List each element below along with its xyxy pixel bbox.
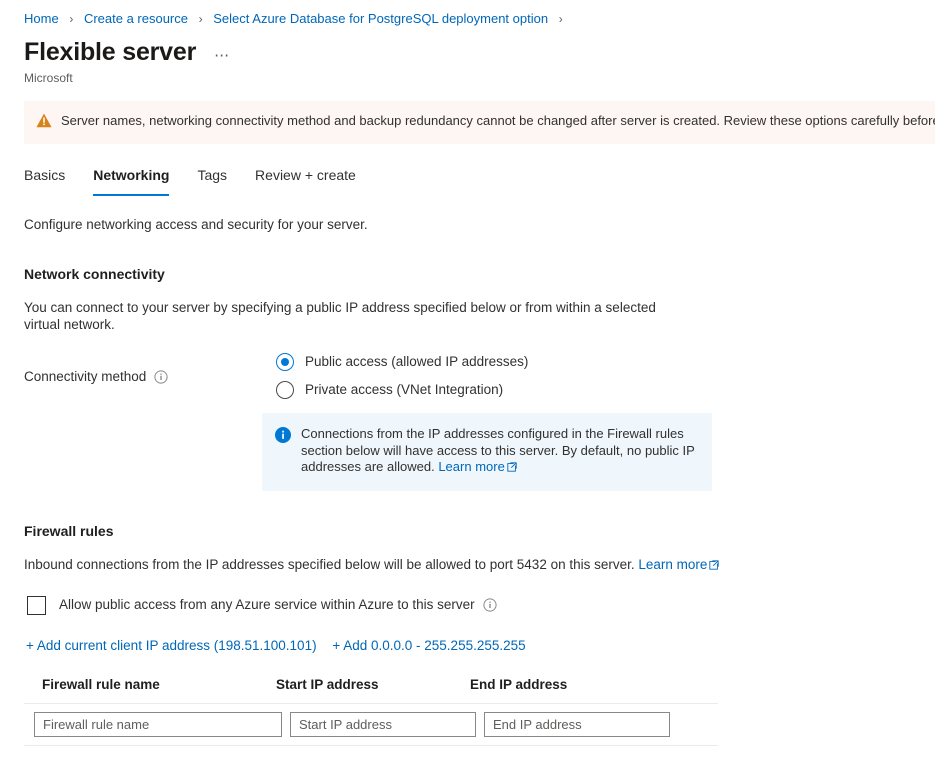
radio-private-access-mark[interactable] [276,381,294,399]
info-circle-icon[interactable] [154,369,168,384]
section-description-firewall-rules: Inbound connections from the IP addresse… [24,556,724,574]
page-title: Flexible server [24,38,197,66]
radio-public-access[interactable]: Public access (allowed IP addresses) [276,353,528,371]
wizard-tabs: Basics Networking Tags Review + create [24,166,947,196]
connectivity-method-label: Connectivity method [24,368,147,384]
info-filled-icon [275,427,291,448]
section-description-network-connectivity: You can connect to your server by specif… [24,300,656,332]
breadcrumb-separator: › [69,12,74,26]
table-row [24,704,718,746]
section-title-firewall-rules: Firewall rules [24,522,114,539]
add-all-ips-link[interactable]: + Add 0.0.0.0 - 255.255.255.255 [332,638,525,653]
firewall-rules-table: Firewall rule name Start IP address End … [24,676,718,746]
firewall-rules-description-text: Inbound connections from the IP addresse… [24,556,635,572]
breadcrumb-item-create-a-resource[interactable]: Create a resource [84,11,188,26]
column-header-start-ip: Start IP address [276,676,379,692]
add-current-client-ip-link[interactable]: + Add current client IP address (198.51.… [26,638,317,653]
more-options-button[interactable]: ⋯ [214,48,231,63]
start-ip-address-input[interactable] [290,711,476,737]
warning-banner-text: Server names, networking connectivity me… [61,113,935,128]
connectivity-method-field: Connectivity method Public access (allow… [24,353,947,399]
breadcrumb-separator: › [558,12,563,26]
radio-public-access-mark[interactable] [276,353,294,371]
column-header-rule-name: Firewall rule name [42,676,160,692]
tab-basics[interactable]: Basics [24,166,65,196]
allow-azure-services-checkbox-row[interactable]: Allow public access from any Azure servi… [27,595,947,615]
firewall-rule-name-input[interactable] [34,711,282,737]
publisher-label: Microsoft [24,71,73,85]
public-access-info-box: Connections from the IP addresses config… [262,413,712,491]
allow-azure-services-label: Allow public access from any Azure servi… [59,597,475,612]
warning-banner: Server names, networking connectivity me… [24,101,935,144]
column-header-end-ip: End IP address [470,676,568,692]
tab-networking[interactable]: Networking [93,166,170,196]
firewall-rules-table-header: Firewall rule name Start IP address End … [24,676,718,704]
breadcrumb: Home › Create a resource › Select Azure … [0,0,947,28]
page-subtitle: Configure networking access and security… [24,217,368,232]
add-ip-links: + Add current client IP address (198.51.… [26,637,947,655]
warning-triangle-icon [36,113,52,133]
allow-azure-services-checkbox[interactable] [27,595,46,615]
info-box-learn-more-link[interactable]: Learn more [438,459,504,474]
tab-tags[interactable]: Tags [197,166,227,196]
firewall-rules-learn-more-link[interactable]: Learn more [638,557,707,572]
external-link-icon[interactable] [709,557,720,574]
breadcrumb-separator: › [198,12,203,26]
info-circle-icon[interactable] [483,598,497,612]
section-title-network-connectivity: Network connectivity [24,266,165,282]
breadcrumb-item-select-deployment-option[interactable]: Select Azure Database for PostgreSQL dep… [213,11,548,26]
radio-public-access-label: Public access (allowed IP addresses) [305,354,529,369]
public-access-info-box-text: Connections from the IP addresses config… [301,426,700,477]
external-link-icon[interactable] [507,460,517,477]
end-ip-address-input[interactable] [484,711,670,737]
page-header: Flexible server ⋯ [0,28,947,67]
connectivity-method-radio-group: Public access (allowed IP addresses) Pri… [276,353,528,399]
radio-private-access-label: Private access (VNet Integration) [305,382,504,397]
breadcrumb-item-home[interactable]: Home [24,11,59,26]
connectivity-method-label-wrap: Connectivity method [24,353,276,399]
radio-private-access[interactable]: Private access (VNet Integration) [276,381,528,399]
tab-review-create[interactable]: Review + create [255,166,356,196]
